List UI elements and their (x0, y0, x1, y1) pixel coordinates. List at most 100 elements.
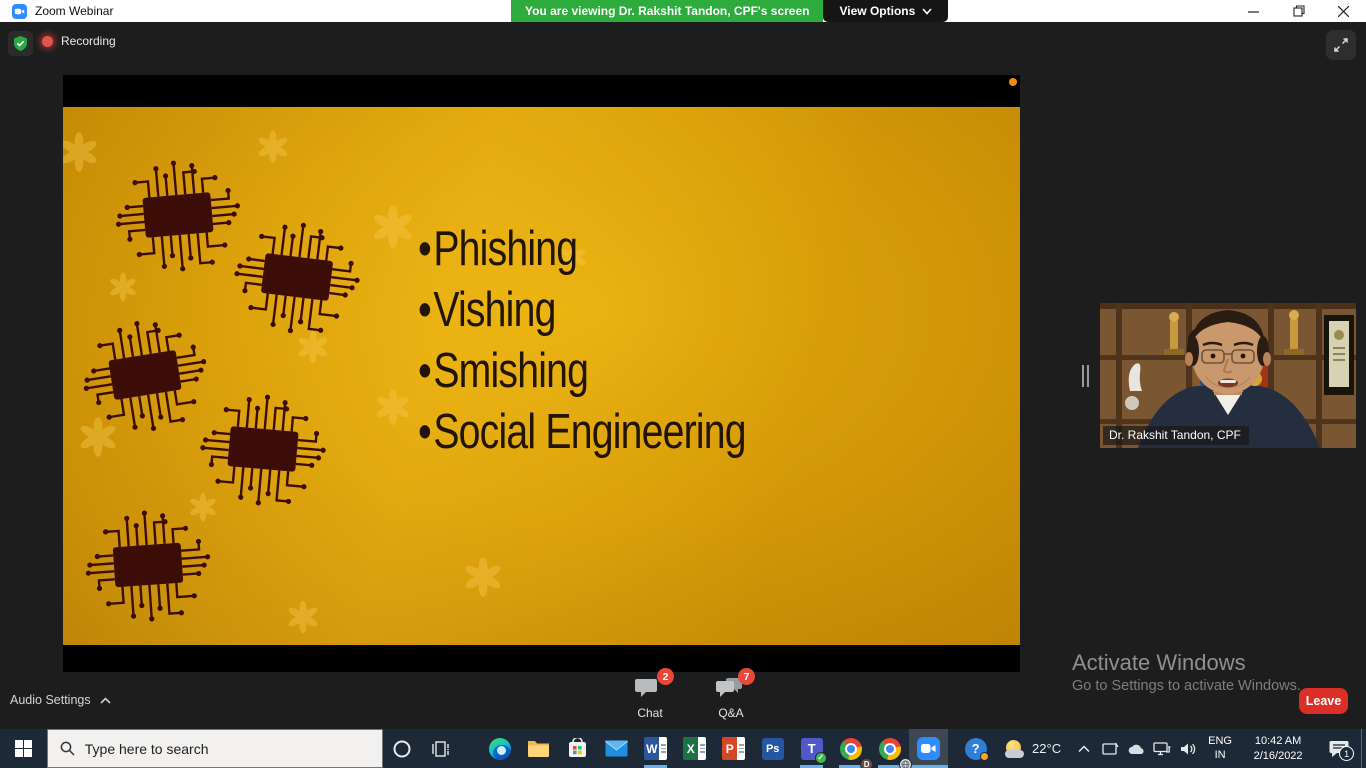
taskbar-photoshop[interactable]: Ps (753, 729, 792, 768)
meeting-stage: Recording (0, 22, 1366, 729)
file-explorer-icon (527, 739, 550, 758)
chrome-icon (840, 738, 862, 760)
recording-indicator: Recording (42, 34, 116, 48)
recording-dot-icon (42, 36, 53, 47)
activate-windows-watermark: Activate Windows Go to Settings to activ… (1072, 650, 1301, 694)
audio-settings-label: Audio Settings (10, 693, 91, 707)
security-shield-icon (12, 35, 29, 52)
teams-status-check-icon: ✓ (815, 752, 827, 764)
slide-bullet-item: •Vishing (418, 280, 746, 341)
tray-show-hidden-icons[interactable] (1071, 729, 1097, 768)
tablet-icon (1102, 742, 1119, 756)
expand-icon (1333, 37, 1349, 53)
network-icon (1153, 741, 1171, 756)
chat-button[interactable]: 2 Chat (622, 677, 678, 720)
video-drag-handle[interactable] (1082, 365, 1089, 387)
speaker-icon (1180, 742, 1197, 756)
watermark-title: Activate Windows (1072, 650, 1301, 676)
speaker-name-label: Dr. Rakshit Tandon, CPF (1103, 426, 1249, 445)
task-view-button[interactable] (421, 729, 460, 768)
clock-date: 2/16/2022 (1239, 749, 1317, 763)
notification-badge: 1 (1339, 746, 1354, 761)
chrome-icon (879, 738, 901, 760)
taskbar-zoom[interactable] (909, 729, 948, 768)
task-view-icon (431, 739, 451, 759)
word-icon: W (644, 737, 667, 760)
restore-button[interactable] (1276, 0, 1321, 22)
taskbar-chrome-globe[interactable] (870, 729, 909, 768)
windows-logo-icon (15, 740, 32, 757)
taskbar-clock[interactable]: 10:42 AM 2/16/2022 (1239, 734, 1317, 763)
clock-time: 10:42 AM (1239, 734, 1317, 748)
audio-settings-button[interactable]: Audio Settings (10, 693, 111, 707)
taskbar-powerpoint[interactable]: P (714, 729, 753, 768)
tray-onedrive-button[interactable] (1123, 729, 1149, 768)
search-icon (60, 741, 75, 756)
weather-temperature: 22°C (1032, 741, 1061, 756)
weather-sun-icon (1005, 739, 1025, 759)
close-button[interactable] (1321, 0, 1366, 22)
taskbar-store[interactable] (558, 729, 597, 768)
taskbar-excel[interactable]: X (675, 729, 714, 768)
viewing-banner-text: You are viewing Dr. Rakshit Tandon, CPF'… (511, 0, 823, 22)
cortana-button[interactable] (383, 729, 422, 768)
teams-icon: T ✓ (801, 738, 823, 760)
shared-screen-slide: •Phishing •Vishing •Smishing •Social Eng… (63, 75, 1020, 672)
chrome-profile-badge: D (860, 758, 873, 768)
microsoft-store-icon (567, 738, 588, 759)
chat-label: Chat (637, 706, 662, 720)
qa-button[interactable]: 7 Q&A (703, 677, 759, 720)
slide-bullet-item: •Smishing (418, 341, 746, 402)
mail-icon (605, 740, 628, 757)
leave-button[interactable]: Leave (1299, 688, 1348, 714)
excel-icon: X (683, 737, 706, 760)
taskbar-search[interactable] (47, 729, 383, 768)
taskbar-word[interactable]: W (636, 729, 675, 768)
chat-badge: 2 (657, 668, 674, 685)
photoshop-icon: Ps (762, 738, 784, 760)
window-title: Zoom Webinar (35, 4, 113, 18)
taskbar-help[interactable]: ? (956, 729, 995, 768)
minimize-button[interactable] (1231, 0, 1276, 22)
powerpoint-icon: P (722, 737, 745, 760)
view-options-button[interactable]: View Options (823, 0, 948, 22)
screen-share-banner: You are viewing Dr. Rakshit Tandon, CPF'… (511, 0, 948, 22)
tray-volume-button[interactable] (1175, 729, 1201, 768)
language-bottom: IN (1201, 749, 1239, 763)
tray-network-button[interactable] (1149, 729, 1175, 768)
slide-bullet-list: •Phishing •Vishing •Smishing •Social Eng… (418, 219, 828, 463)
watermark-subtitle: Go to Settings to activate Windows. (1072, 678, 1301, 694)
taskbar-mail[interactable] (597, 729, 636, 768)
system-tray: ENG IN 10:42 AM 2/16/2022 1 (1071, 729, 1366, 768)
recording-label: Recording (61, 34, 116, 48)
presenter-dot-icon (1009, 78, 1017, 86)
help-icon: ? (965, 738, 987, 760)
start-button[interactable] (0, 729, 47, 768)
slide-bullet-item: •Phishing (418, 219, 746, 280)
taskbar-weather[interactable]: 22°C (995, 729, 1071, 768)
taskbar-edge[interactable] (480, 729, 519, 768)
fullscreen-button[interactable] (1326, 30, 1356, 60)
tray-tablet-button[interactable] (1097, 729, 1123, 768)
cortana-icon (392, 739, 412, 759)
zoom-icon (917, 737, 940, 760)
taskbar-file-explorer[interactable] (519, 729, 558, 768)
view-options-label: View Options (839, 4, 915, 18)
search-input[interactable] (85, 741, 345, 757)
meeting-info-button[interactable] (8, 31, 33, 56)
help-alert-dot (980, 752, 989, 761)
taskbar-chrome-profile[interactable]: D (831, 729, 870, 768)
window-controls (1231, 0, 1366, 22)
action-center-button[interactable]: 1 (1317, 729, 1361, 768)
qa-label: Q&A (718, 706, 743, 720)
chevron-up-icon (100, 697, 111, 704)
taskbar-teams[interactable]: T ✓ (792, 729, 831, 768)
slide-content: •Phishing •Vishing •Smishing •Social Eng… (63, 107, 1020, 645)
cloud-icon (1127, 743, 1145, 755)
chevron-up-icon (1078, 745, 1090, 753)
speaker-video-thumbnail[interactable]: Dr. Rakshit Tandon, CPF (1100, 303, 1356, 448)
show-desktop-button[interactable] (1361, 729, 1366, 768)
language-indicator[interactable]: ENG IN (1201, 735, 1239, 763)
chevron-down-icon (922, 8, 932, 15)
zoom-app-icon (12, 4, 27, 19)
